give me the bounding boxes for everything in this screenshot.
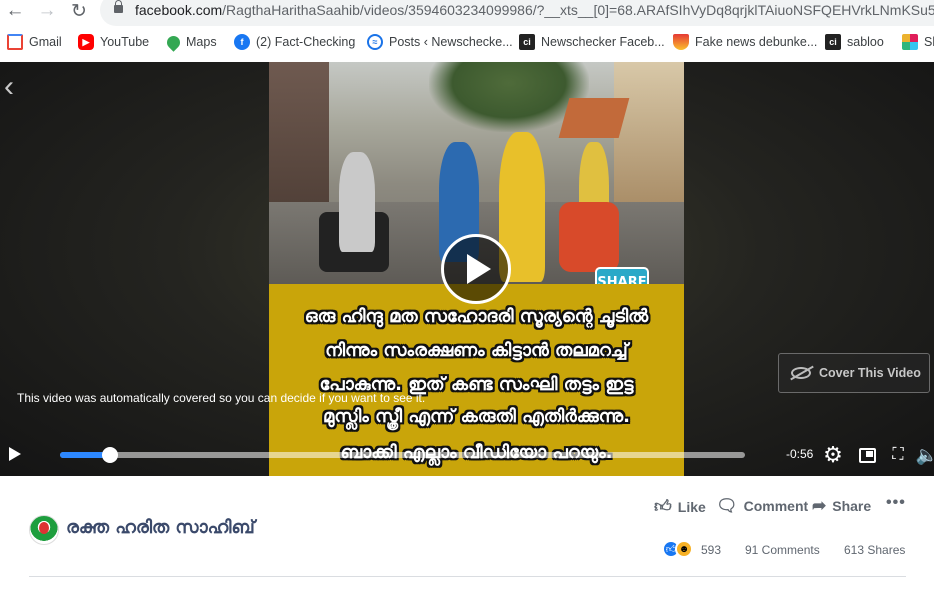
facebook-icon: f xyxy=(234,34,250,50)
bookmark-label: Posts ‹ Newschecke... xyxy=(389,35,513,49)
video-controls: -0:56 ⚙ ⛶ 🔈 xyxy=(0,432,934,476)
browser-chrome: ← → ↻ facebook.com/RagthaHarithaSaahib/v… xyxy=(0,0,934,62)
progress-handle[interactable] xyxy=(102,447,118,463)
like-button[interactable]: 👍︎ Like xyxy=(654,496,706,517)
ci-icon: ci xyxy=(519,34,535,50)
haha-reaction-icon: ☻ xyxy=(675,540,693,558)
comment-icon: 🗨︎ xyxy=(716,496,738,515)
time-remaining: -0:56 xyxy=(786,447,814,461)
gmail-icon xyxy=(7,34,23,50)
shares-count[interactable]: 613 Shares xyxy=(844,543,905,557)
bookmark-label: (2) Fact-Checking xyxy=(256,35,356,49)
cover-notice: This video was automatically covered so … xyxy=(17,391,426,405)
cover-video-label: Cover This Video xyxy=(819,366,921,380)
volume-icon[interactable]: 🔈 xyxy=(916,444,934,466)
bookmark-label: Gmail xyxy=(29,35,62,49)
bookmark-fact-checking[interactable]: f (2) Fact-Checking xyxy=(234,30,355,54)
post-footer: രക്ത ഹരിത സാഹിബ് 👍︎ Like 🗨︎ Comment ➦ Sh… xyxy=(0,476,934,593)
chevron-left-icon[interactable]: ‹ xyxy=(4,72,14,102)
bookmark-maps[interactable]: Maps xyxy=(164,30,217,54)
url-domain: facebook.com xyxy=(135,2,223,18)
gear-icon[interactable]: ⚙ xyxy=(822,442,844,467)
comments-count[interactable]: 91 Comments xyxy=(745,543,820,557)
divider xyxy=(29,576,906,577)
bookmark-label: Fake news debunke... xyxy=(695,35,818,49)
page-name[interactable]: രക്ത ഹരിത സാഹിബ് xyxy=(66,517,255,538)
caption-line: ഒരു ഹിന്ദു മത സഹോദരി സൂര്യന്റെ ചൂടിൽ xyxy=(304,306,649,327)
progress-bar[interactable] xyxy=(60,447,745,463)
bookmark-newschecker-facebook[interactable]: ci Newschecker Faceb... xyxy=(519,30,665,54)
navigation-row: ← → ↻ facebook.com/RagthaHarithaSaahib/v… xyxy=(0,0,934,26)
person-shape xyxy=(339,152,375,252)
avatar[interactable] xyxy=(29,515,59,545)
caption-line: നിന്നും സംരക്ഷണം കിട്ടാൻ തലമറച്ച് xyxy=(325,340,628,361)
bookmark-slack[interactable]: Sl xyxy=(902,30,934,54)
newschecker-icon: ≈ xyxy=(367,34,383,50)
bookmark-label: Sl xyxy=(924,35,934,49)
like-label: Like xyxy=(677,498,706,515)
slack-icon xyxy=(902,34,918,50)
bookmark-fake-news[interactable]: Fake news debunke... xyxy=(673,30,817,54)
share-arrow-icon: ➦ xyxy=(812,496,827,515)
caption-line: മുസ്ലിം സ്ത്രീ എന്ന് കരുതി എതിർക്കുന്നു. xyxy=(323,406,630,427)
url-path: /RagthaHarithaSaahib/videos/359460323409… xyxy=(222,2,934,18)
bookmark-label: sabloo xyxy=(847,35,884,49)
bookmark-sabloo[interactable]: ci sabloo xyxy=(825,30,884,54)
eye-slash-icon xyxy=(791,367,811,379)
more-options-button[interactable]: ••• xyxy=(886,494,906,512)
youtube-icon: ▶ xyxy=(78,34,94,50)
lock-icon[interactable] xyxy=(114,0,123,13)
bookmark-youtube[interactable]: ▶ YouTube xyxy=(78,30,149,54)
bookmark-posts-newschecker[interactable]: ≈ Posts ‹ Newschecke... xyxy=(367,30,513,54)
play-icon xyxy=(467,254,491,284)
share-button[interactable]: ➦ Share xyxy=(812,496,871,516)
bookmark-gmail[interactable]: Gmail xyxy=(7,30,62,54)
url-text[interactable]: facebook.com/RagthaHarithaSaahib/videos/… xyxy=(135,2,934,18)
cover-video-button[interactable]: Cover This Video xyxy=(778,353,930,393)
comment-button[interactable]: 🗨︎ Comment xyxy=(716,496,808,516)
bookmark-label: YouTube xyxy=(100,35,150,49)
thumbs-up-icon: 👍︎ xyxy=(654,497,672,516)
play-button[interactable] xyxy=(441,234,511,304)
bookmark-label: Maps xyxy=(186,35,217,49)
bookmarks-bar: Gmail ▶ YouTube Maps f (2) Fact-Checking… xyxy=(0,30,934,54)
awning-shape xyxy=(558,98,630,138)
video-player[interactable]: ‹ SHARE ഒരു ഹിന്ദു മത സഹോദരി സൂര്യന്റെ ച… xyxy=(0,62,934,476)
scooter-shape xyxy=(559,202,619,272)
comment-label: Comment xyxy=(743,498,809,514)
bookmark-label: Newschecker Faceb... xyxy=(541,35,665,49)
forward-arrow-icon[interactable]: → xyxy=(36,0,58,21)
maps-icon xyxy=(164,32,183,52)
fullscreen-icon[interactable]: ⛶ xyxy=(887,444,909,466)
back-arrow-icon[interactable]: ← xyxy=(4,0,26,21)
reload-icon[interactable]: ↻ xyxy=(68,1,90,22)
share-label: Share xyxy=(832,498,872,514)
reaction-count[interactable]: 593 xyxy=(701,543,721,557)
reaction-icons[interactable]: 👍︎ ☻ xyxy=(662,540,693,558)
ci-icon: ci xyxy=(825,34,841,50)
fake-news-icon xyxy=(673,34,689,50)
play-icon[interactable] xyxy=(9,447,21,461)
picture-in-picture-icon[interactable] xyxy=(856,444,878,466)
